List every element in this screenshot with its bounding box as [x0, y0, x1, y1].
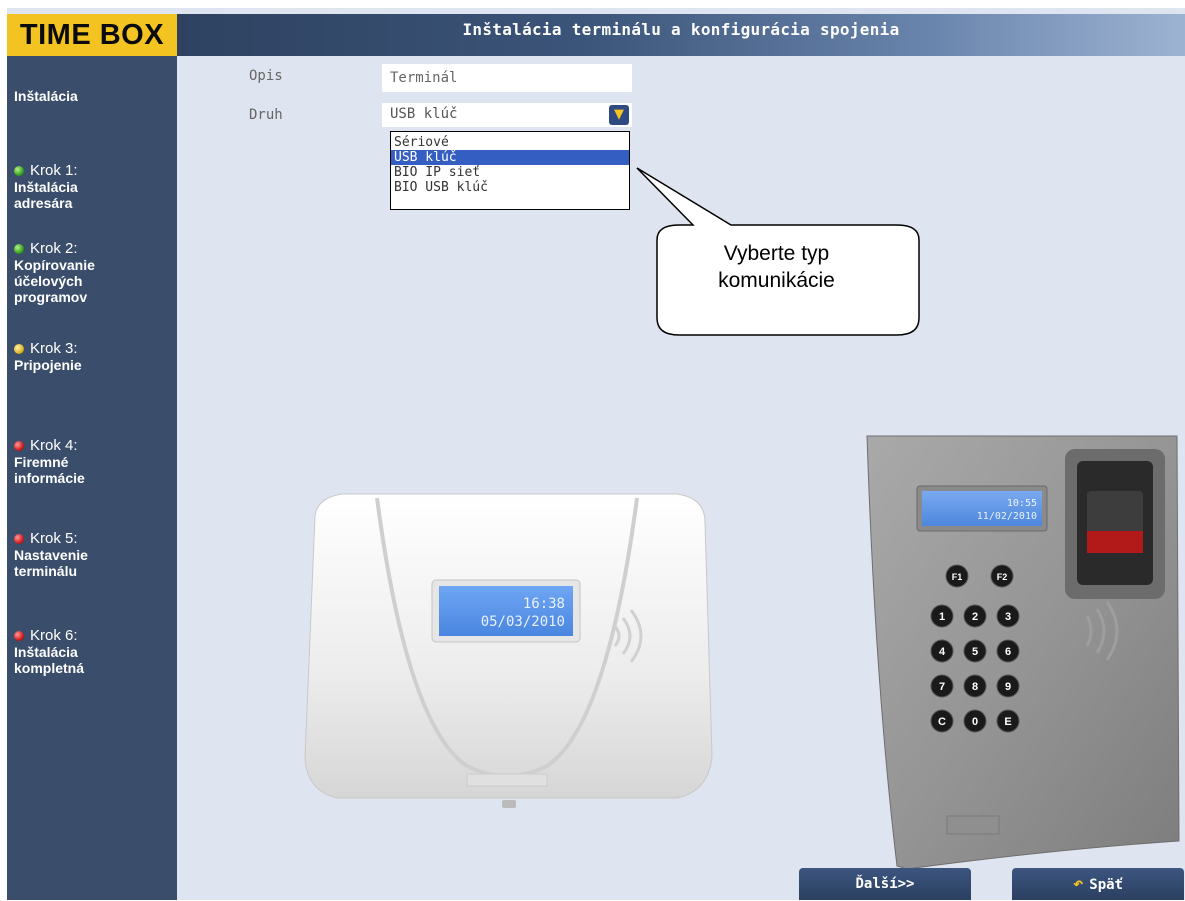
- status-green-icon: [14, 166, 24, 176]
- step-desc-line: účelových: [14, 273, 83, 289]
- druh-label: Druh: [249, 107, 283, 123]
- opis-label: Opis: [249, 68, 283, 84]
- page-title: Inštalácia terminálu a konfigurácia spoj…: [462, 20, 900, 39]
- key-label: 4: [939, 646, 946, 658]
- status-yellow-icon: [14, 344, 24, 354]
- key-label: F1: [952, 572, 963, 582]
- key-label: E: [1004, 716, 1011, 728]
- key-label: 9: [1005, 681, 1011, 693]
- lcd-time: 10:55: [1007, 498, 1037, 509]
- dropdown-option-bio-usb[interactable]: BIO USB klúč: [391, 180, 629, 195]
- key-label: 0: [972, 716, 978, 728]
- druh-select[interactable]: USB klúč ▼: [382, 103, 632, 127]
- dropdown-option-serial[interactable]: Sériové: [391, 135, 629, 150]
- step-label: Krok 5:: [30, 530, 78, 547]
- step-desc-line: Inštalácia: [14, 179, 78, 195]
- druh-selected-value: USB klúč: [390, 106, 458, 122]
- app-window: TIME BOX Inštalácia terminálu a konfigur…: [7, 8, 1185, 900]
- druh-dropdown-list[interactable]: Sériové USB klúč BIO IP sieť BIO USB klú…: [390, 131, 630, 210]
- dropdown-option-bio-ip[interactable]: BIO IP sieť: [391, 165, 629, 180]
- step-label: Krok 4:: [30, 437, 78, 454]
- step-label: Krok 1:: [30, 162, 78, 179]
- step-desc-line: Firemné: [14, 454, 69, 470]
- sidebar-step-5: Krok 5: Nastavenie terminálu: [14, 531, 88, 579]
- step-desc-line: Pripojenie: [14, 357, 82, 373]
- step-label: Krok 3:: [30, 340, 78, 357]
- terminal-device-white: 16:38 05/03/2010: [304, 493, 713, 808]
- sidebar-step-2: Krok 2: Kopírovanie účelových programov: [14, 241, 95, 305]
- key-label: 7: [939, 681, 945, 693]
- callout-line: Vyberte typ: [723, 242, 830, 265]
- sidebar-step-3: Krok 3: Pripojenie: [14, 341, 82, 373]
- key-label: 3: [1005, 611, 1011, 623]
- dropdown-option-usb[interactable]: USB klúč: [391, 150, 629, 165]
- step-label: Krok 6:: [30, 627, 78, 644]
- sidebar-step-6: Krok 6: Inštalácia kompletná: [14, 628, 84, 676]
- key-label: 2: [972, 611, 978, 623]
- status-green-icon: [14, 244, 24, 254]
- dropdown-arrow-icon[interactable]: ▼: [609, 105, 629, 125]
- app-logo: TIME BOX: [7, 14, 177, 56]
- next-button[interactable]: Ďalší>>: [799, 868, 971, 900]
- step-desc-line: informácie: [14, 470, 85, 486]
- opis-input[interactable]: [382, 64, 632, 92]
- sidebar-step-1: Krok 1: Inštalácia adresára: [14, 163, 78, 211]
- status-red-icon: [14, 441, 24, 451]
- sidebar-heading: Inštalácia: [14, 88, 78, 104]
- lcd-time: 16:38: [523, 596, 565, 612]
- status-red-icon: [14, 631, 24, 641]
- key-label: F2: [997, 572, 1008, 582]
- key-label: 6: [1005, 646, 1011, 658]
- key-label: 1: [939, 611, 945, 623]
- step-desc-line: kompletná: [14, 660, 85, 676]
- step-desc-line: programov: [14, 289, 88, 305]
- step-desc-line: Nastavenie: [14, 547, 88, 563]
- lcd-date: 05/03/2010: [481, 614, 565, 630]
- callout-line: komunikácie: [718, 269, 835, 292]
- back-button-label: Späť: [1089, 877, 1123, 893]
- key-label: 5: [972, 646, 978, 658]
- title-bar: Inštalácia terminálu a konfigurácia spoj…: [177, 14, 1185, 56]
- sidebar: Inštalácia Krok 1: Inštalácia adresára K…: [7, 56, 177, 900]
- back-button[interactable]: ↶ Späť: [1012, 868, 1184, 900]
- status-red-icon: [14, 534, 24, 544]
- lcd-date: 11/02/2010: [977, 511, 1037, 522]
- key-label: 8: [972, 681, 978, 693]
- sidebar-step-4: Krok 4: Firemné informácie: [14, 438, 85, 486]
- step-desc-line: terminálu: [14, 563, 78, 579]
- terminal-device-fingerprint: 10:55 11/02/2010 F1 F2 1 2 3 4 5 6 7 8 9 C 0 E: [866, 435, 1180, 870]
- step-label: Krok 2:: [30, 240, 78, 257]
- callout-text: Vyberte typ komunikácie: [639, 240, 914, 294]
- step-desc-line: adresára: [14, 195, 73, 211]
- key-label: C: [938, 716, 946, 728]
- step-desc-line: Inštalácia: [14, 644, 78, 660]
- step-desc-line: Kopírovanie: [14, 257, 95, 273]
- back-arrow-icon: ↶: [1073, 874, 1084, 894]
